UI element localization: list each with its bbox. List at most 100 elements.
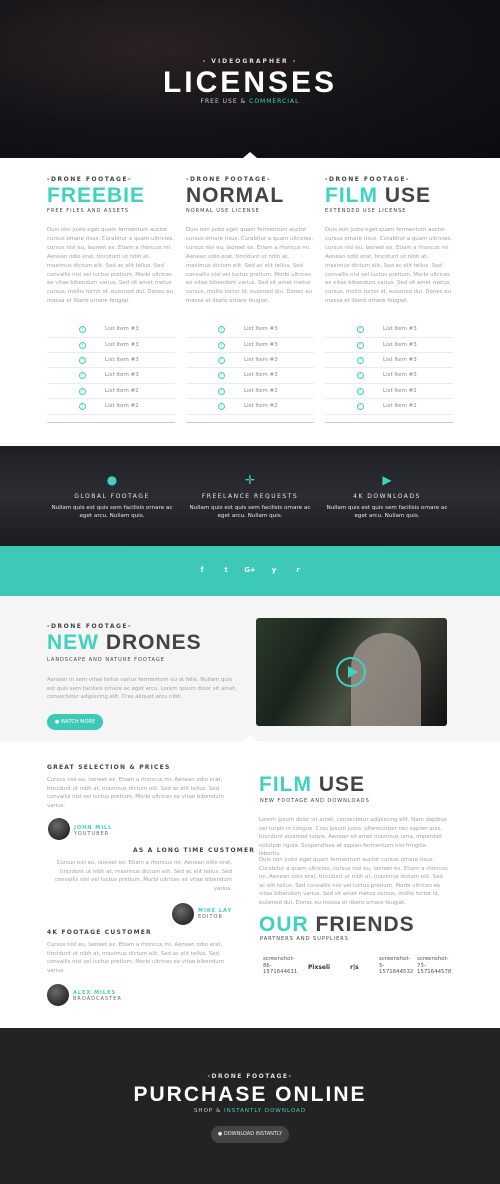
title-accent: FILM [259, 773, 312, 796]
facebook-icon[interactable]: f [196, 564, 208, 576]
title-dark: FRIENDS [308, 913, 415, 936]
list-item: ✓ List Item #3 [186, 322, 314, 338]
reddit-icon[interactable]: r [292, 564, 304, 576]
license-list: ✓ List Item #3 ✓ List Item #3 ✓ List Item #… [186, 322, 314, 415]
list-item: ✓ List Item #2 [47, 384, 175, 400]
license-name: NORMAL [186, 185, 314, 207]
list-item: ✓ List Item #3 [325, 353, 453, 369]
features-section: ● GLOBAL FOOTAGE Nullam quis est quis se… [0, 446, 500, 546]
globe-icon: ● [106, 473, 118, 487]
license-label: -DRONE FOOTAGE- [186, 176, 271, 183]
partner-logo[interactable]: Pixseli [308, 964, 330, 972]
author-role: BROADCASTER [73, 996, 122, 1002]
purchase-subtitle: SHOP & INSTANTLY DOWNLOAD [0, 1108, 500, 1114]
list-item-text: List Item #3 [383, 356, 417, 363]
list-item: ✓ List Item #3 [186, 338, 314, 353]
feature-freelance: ✛ FREELANCE REQUESTS Nullam quis est qui… [185, 473, 315, 520]
hero-subtitle: FREE USE & COMMERCIAL [0, 98, 500, 105]
check-icon: ✓ [218, 326, 225, 334]
purchase-label: -DRONE FOOTAGE- [207, 1073, 293, 1080]
check-icon: ✓ [79, 387, 86, 395]
hero-kicker: - VIDEOGRAPHER - [202, 58, 298, 65]
video-thumbnail[interactable] [256, 618, 447, 726]
check-icon: ✓ [218, 372, 225, 380]
purchase-title: PURCHASE ONLINE [133, 1083, 367, 1106]
google-plus-icon[interactable]: G+ [244, 564, 256, 576]
license-list: ✓ List Item #3 ✓ List Item #3 ✓ List Item #… [325, 322, 453, 415]
divider [47, 421, 175, 423]
list-item: ✓ List Item #2 [325, 384, 453, 400]
list-item-text: List Item #3 [244, 356, 278, 363]
list-item-text: List Item #3 [244, 341, 278, 348]
list-item: ✓ List Item #3 [47, 322, 175, 338]
check-icon: ✓ [357, 326, 364, 334]
license-description: Duis non justo eget quam fermentum aucto… [325, 227, 453, 305]
testimonial-heading: GREAT SELECTION & PRICES [47, 764, 171, 771]
list-item-text: List Item #3 [383, 372, 417, 379]
license-name-dark: USE [377, 184, 431, 207]
list-item: ✓ List Item #3 [186, 353, 314, 369]
play-button-icon[interactable] [336, 657, 366, 687]
check-icon: ✓ [79, 326, 86, 334]
partner-logo[interactable]: screenshot-5-1571644532 [379, 956, 413, 976]
check-icon: ✓ [357, 387, 364, 395]
button-label: DOWNLOAD INSTANTLY [223, 1131, 283, 1137]
license-description: Duis non justo eget quam fermentum aucto… [47, 227, 175, 305]
purchase-section: -DRONE FOOTAGE- PURCHASE ONLINE SHOP & I… [0, 1028, 500, 1184]
testimonial-heading: 4K FOOTAGE CUSTOMER [47, 929, 152, 936]
section-sublabel: LANDSCAPE AND NATURE FOOTAGE [47, 657, 165, 663]
feature-title: FREELANCE REQUESTS [201, 493, 299, 500]
button-label: WATCH MORE [60, 719, 96, 725]
testimonial-author: JOHN MILL YOUTUBER [74, 825, 112, 837]
watch-more-button[interactable]: ● WATCH MORE [47, 714, 103, 730]
title-accent: NEW [47, 631, 99, 654]
section-title: NEW DRONES [47, 631, 202, 655]
feature-description: Nullam quis est quis sem facilisis ornar… [189, 505, 311, 519]
section-description: Aenean in sem vitae tellus varius fermen… [47, 677, 237, 700]
check-icon: ✓ [79, 356, 86, 364]
list-item-text: List Item #2 [383, 403, 417, 410]
film-use-sublabel: NEW FOOTAGE AND DOWNLOADS [260, 798, 370, 804]
testimonials-section: GREAT SELECTION & PRICES Cursus nisl eu,… [0, 741, 500, 1028]
list-item-text: List Item #3 [105, 341, 139, 348]
list-item-text: List Item #2 [244, 403, 278, 410]
list-item-text: List Item #2 [244, 387, 278, 394]
film-use-paragraph-2: Duis non justo eget quam fermentum aucto… [259, 857, 448, 906]
list-item: ✓ List Item #3 [47, 353, 175, 369]
license-name-dark: NORMAL [186, 184, 285, 207]
license-normal: -DRONE FOOTAGE- NORMAL NORMAL USE LICENS… [186, 176, 314, 423]
list-item: ✓ List Item #2 [186, 384, 314, 400]
film-use-title: FILM USE [259, 773, 365, 797]
partner-logo[interactable]: screenshot-73-1571644578 [417, 956, 451, 976]
title-accent: OUR [259, 913, 309, 936]
list-item-text: List Item #3 [244, 326, 278, 333]
feature-global: ● GLOBAL FOOTAGE Nullam quis est quis se… [47, 473, 177, 520]
divider [325, 421, 453, 423]
yelp-icon[interactable]: y [268, 564, 280, 576]
license-sublabel: FREE FILES AND ASSETS [47, 208, 130, 214]
crosshair-icon: ✛ [244, 473, 256, 487]
film-use-paragraph-1: Lorem ipsum dolor sit amet, consectetur … [259, 817, 447, 857]
twitter-icon[interactable]: t [220, 564, 232, 576]
title-dark: DRONES [99, 631, 202, 654]
download-instantly-button[interactable]: ● DOWNLOAD INSTANTLY [211, 1126, 289, 1143]
hero-section: - VIDEOGRAPHER - LICENSES FREE USE & COM… [0, 0, 500, 158]
author-role: EDITOR [198, 914, 223, 920]
avatar [47, 984, 69, 1006]
partner-logo[interactable]: screenshot-86-1571644611 [263, 956, 297, 976]
feature-title: 4K DOWNLOADS [353, 493, 421, 500]
testimonial-author: MIKE LAY EDITOR [198, 908, 232, 920]
divider [186, 421, 314, 423]
hero-subtitle-b: COMMERCIAL [249, 98, 300, 105]
section-notch [243, 152, 257, 158]
list-item-text: List Item #3 [105, 326, 139, 333]
list-item-text: List Item #2 [105, 387, 139, 394]
license-name-accent: FILM [325, 184, 378, 207]
hero-title: LICENSES [162, 66, 338, 99]
check-icon: ✓ [357, 356, 364, 364]
avatar [172, 903, 194, 925]
license-list: ✓ List Item #3 ✓ List Item #3 ✓ List Item #… [47, 322, 175, 415]
partner-logo[interactable]: r|s [350, 964, 359, 972]
check-icon: ✓ [218, 341, 225, 349]
check-icon: ✓ [357, 372, 364, 380]
